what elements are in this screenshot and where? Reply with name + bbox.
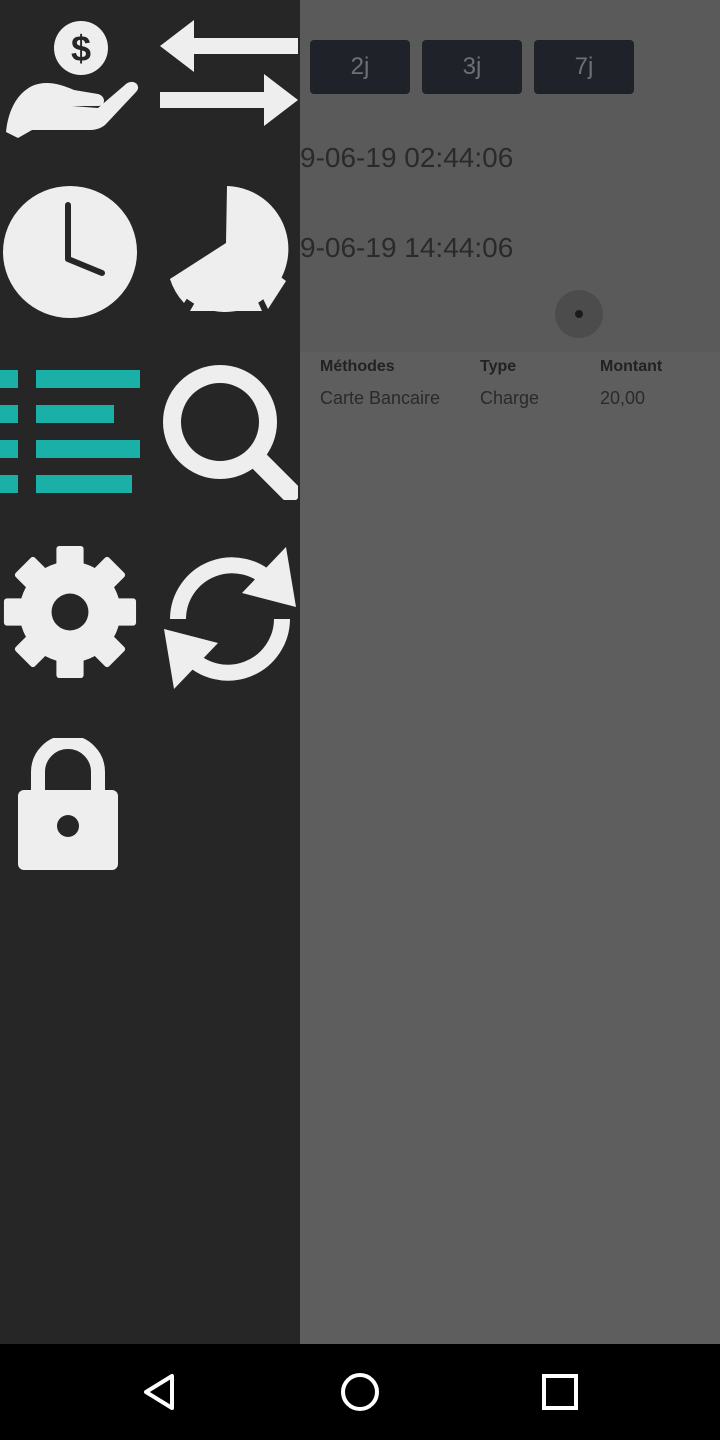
transfer-arrows-icon[interactable] bbox=[160, 20, 298, 126]
filter-3j-button[interactable]: 3j bbox=[422, 40, 522, 94]
filter-2j-button[interactable]: 2j bbox=[310, 40, 410, 94]
end-date[interactable]: 9-06-19 14:44:06 bbox=[300, 232, 513, 264]
column-header-methodes: Méthodes bbox=[320, 358, 395, 375]
table-cell-type[interactable]: Charge bbox=[480, 388, 539, 409]
loading-spinner bbox=[555, 290, 603, 338]
lock-icon[interactable] bbox=[16, 738, 120, 870]
settings-gear-icon[interactable] bbox=[2, 543, 138, 681]
column-header-type: Type bbox=[480, 358, 517, 375]
start-date[interactable]: 9-06-19 02:44:06 bbox=[300, 142, 513, 174]
filter-7j-button[interactable]: 7j bbox=[534, 40, 634, 94]
refresh-icon[interactable] bbox=[160, 545, 300, 691]
payment-hand-dollar-icon[interactable]: $ bbox=[2, 20, 140, 140]
back-icon[interactable] bbox=[130, 1362, 190, 1422]
column-header-montant: Montant bbox=[600, 358, 663, 375]
recents-icon[interactable] bbox=[530, 1362, 590, 1422]
svg-text:$: $ bbox=[71, 28, 91, 69]
table-cell-methode[interactable]: Carte Bancaire bbox=[320, 388, 440, 409]
pie-chart-icon[interactable] bbox=[162, 183, 292, 319]
home-icon[interactable] bbox=[330, 1362, 390, 1422]
system-navigation-bar bbox=[0, 1344, 720, 1440]
search-icon[interactable] bbox=[160, 362, 298, 500]
list-icon[interactable] bbox=[0, 370, 140, 494]
clock-icon[interactable] bbox=[2, 185, 138, 319]
table-cell-montant[interactable]: 20,00 bbox=[600, 388, 645, 409]
navigation-drawer: $ bbox=[0, 0, 300, 1344]
